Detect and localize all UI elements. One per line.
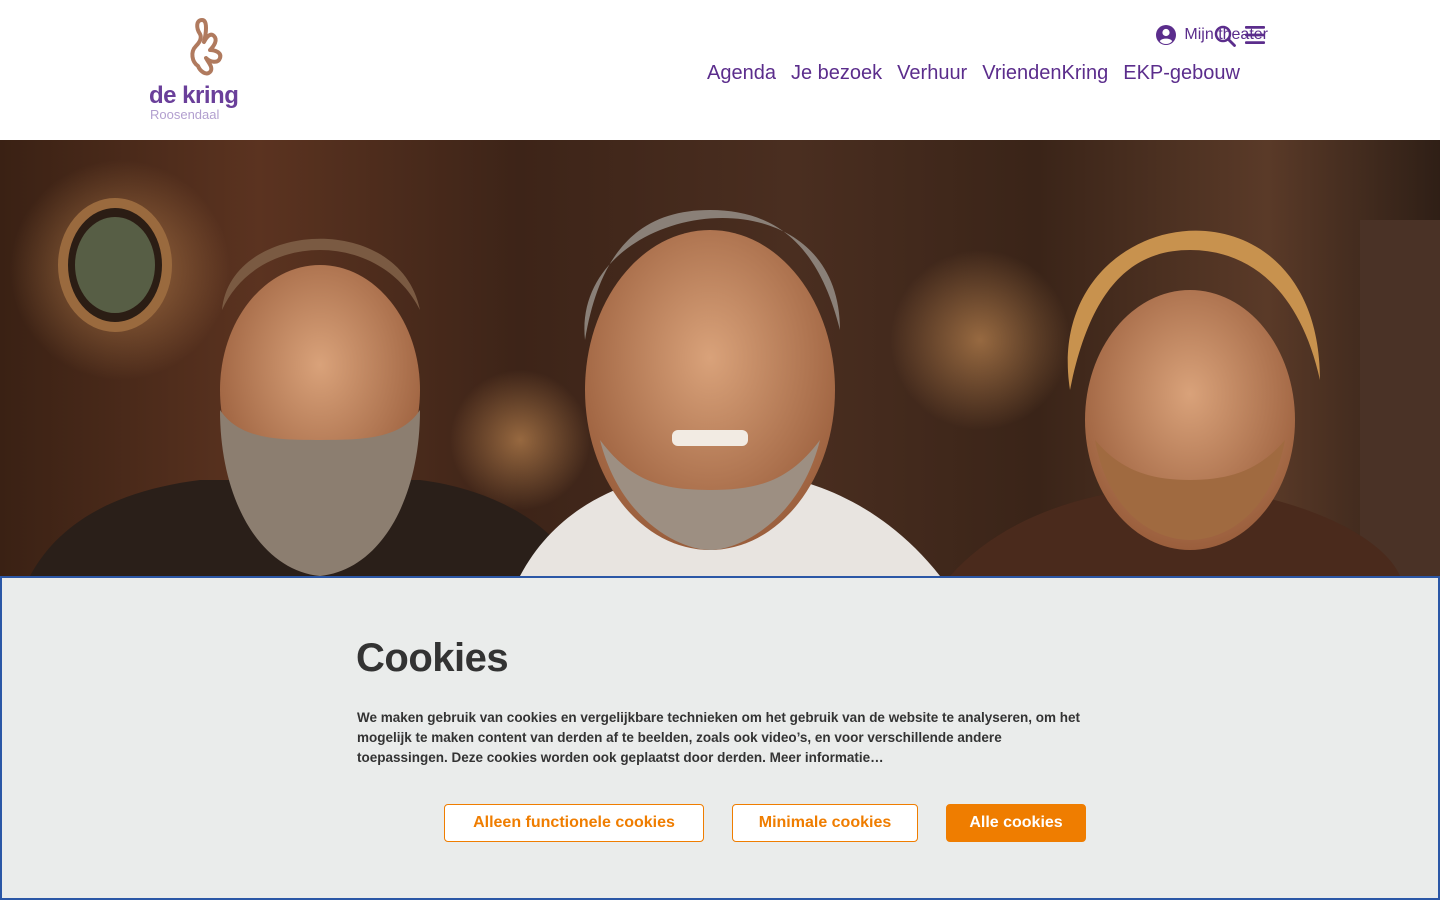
main-nav: Agenda Je bezoek Verhuur VriendenKring E… xyxy=(692,62,1240,85)
user-circle-icon xyxy=(1156,25,1177,45)
hamburger-menu-icon[interactable] xyxy=(1244,24,1266,46)
nav-item-je-bezoek[interactable]: Je bezoek xyxy=(791,62,882,85)
logo-city: Roosendaal xyxy=(150,107,220,122)
functional-cookies-button[interactable]: Alleen functionele cookies xyxy=(444,804,704,842)
cookie-title: Cookies xyxy=(356,636,509,680)
cookie-text: We maken gebruik van cookies en vergelij… xyxy=(357,710,1081,765)
logo-name: de kring xyxy=(149,82,239,109)
nav-item-ekp-gebouw[interactable]: EKP-gebouw xyxy=(1123,62,1240,85)
nav-item-vriendenkring[interactable]: VriendenKring xyxy=(982,62,1108,85)
nav-item-verhuur[interactable]: Verhuur xyxy=(897,62,967,85)
hero-photo xyxy=(0,140,1440,576)
search-icon[interactable] xyxy=(1213,24,1237,48)
site-header: de kring Roosendaal Mijn theater Agenda … xyxy=(0,0,1440,140)
minimal-cookies-button[interactable]: Minimale cookies xyxy=(732,804,918,842)
nav-item-agenda[interactable]: Agenda xyxy=(707,62,776,85)
k-logo-icon xyxy=(190,18,223,76)
site-logo[interactable]: de kring Roosendaal xyxy=(146,16,246,126)
cookie-banner: Cookies We maken gebruik van cookies en … xyxy=(0,576,1440,900)
all-cookies-button[interactable]: Alle cookies xyxy=(946,804,1086,842)
